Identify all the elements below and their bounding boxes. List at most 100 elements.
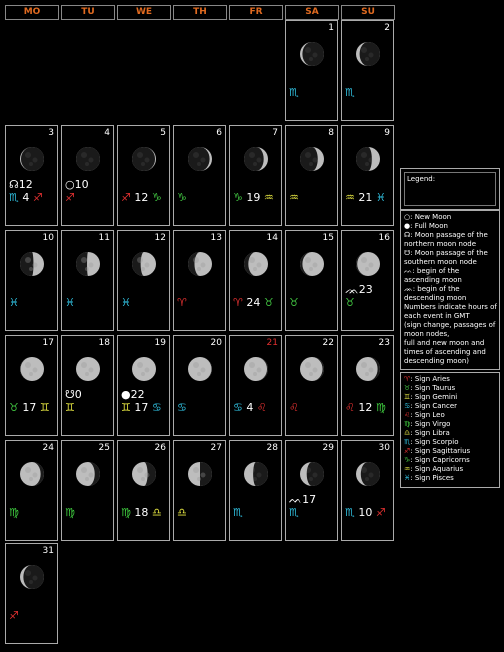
day-cell-31[interactable]: 31 ♐ [5, 543, 58, 644]
legend-sign-cancer: ♋: Sign Cancer [404, 402, 497, 411]
day-cell-9[interactable]: 9 ♒ 21 ♓ [341, 125, 394, 226]
moon-phase-icon [75, 146, 101, 172]
moon-phase-icon [187, 146, 213, 172]
day-number: 26 [154, 443, 166, 453]
day-cell-14[interactable]: 14 ♈ 24 ♉ [229, 230, 282, 331]
day-cell-18[interactable]: 18 ☋0 ♊ [61, 335, 114, 436]
day-cell-16[interactable]: 16 ᨏ23 ♉ [341, 230, 394, 331]
day-cell-5[interactable]: 5 ♐ 12 ♑ [117, 125, 170, 226]
day-cell-24[interactable]: 24 ♍ [5, 440, 58, 541]
leo-icon: ♌ [345, 401, 355, 414]
zodiac-sign-line: ♏ [289, 86, 299, 99]
moon-phase-icon [19, 356, 45, 382]
sign-change-hour: 17 [18, 401, 40, 414]
legend-sign-label: : Sign Pisces [410, 474, 454, 482]
legend-item: ᨓ: begin of the ascending moon [404, 267, 462, 284]
legend-signs-list: ♈: Sign Aries ♉: Sign Taurus ♊: Sign Gemin… [404, 375, 497, 483]
day-cell-13[interactable]: 13 ♈ [173, 230, 226, 331]
aquarius-icon: ♒ [289, 191, 299, 204]
legend-sign-label: : Sign Cancer [410, 402, 458, 410]
day-number: 3 [48, 128, 54, 138]
moon-event: ☊12 [9, 178, 33, 191]
moon-phase-icon [299, 356, 325, 382]
aquarius-icon: ♒ [345, 191, 355, 204]
moon-phase-icon [299, 41, 325, 67]
day-cell-11[interactable]: 11 ♓ [61, 230, 114, 331]
day-number: 21 [266, 338, 278, 348]
legend-title: Legend: [407, 175, 436, 183]
sagittarius-icon: ♐ [9, 609, 19, 622]
day-cell-28[interactable]: 28 ♏ [229, 440, 282, 541]
zodiac-sign-line: ♐ 12 ♑ [121, 191, 162, 204]
day-cell-3[interactable]: 3 ☊12 ♏ 4 ♐ [5, 125, 58, 226]
gemini-icon: ♊ [121, 401, 131, 414]
moon-phase-icon [131, 461, 157, 487]
day-cell-20[interactable]: 20 ♋ [173, 335, 226, 436]
day-cell-22[interactable]: 22 ♌ [285, 335, 338, 436]
pisces-icon: ♓ [9, 296, 19, 309]
zodiac-sign-line: ♏ 4 ♐ [9, 191, 43, 204]
day-cell-8[interactable]: 8 ♒ [285, 125, 338, 226]
cancer-icon: ♋ [151, 401, 162, 414]
day-number: 1 [328, 23, 334, 33]
zodiac-sign-line: ♍ [65, 506, 75, 519]
day-cell-12[interactable]: 12 ♓ [117, 230, 170, 331]
day-number: 4 [104, 128, 110, 138]
day-number: 20 [210, 338, 222, 348]
pisces-icon: ♓ [375, 191, 386, 204]
day-cell-23[interactable]: 23 ♌ 12 ♍ [341, 335, 394, 436]
zodiac-sign-line: ♍ 18 ♎ [121, 506, 162, 519]
capricorn-icon: ♑ [233, 191, 243, 204]
zodiac-sign-line: ♏ [233, 506, 243, 519]
moon-phase-icon [355, 146, 381, 172]
day-cell-17[interactable]: 17 ♉ 17 ♊ [5, 335, 58, 436]
moon-phase-icon [19, 564, 45, 590]
zodiac-sign-line: ♉ [345, 296, 355, 309]
day-number: 10 [42, 233, 54, 243]
sign-change-hour: 10 [354, 506, 376, 519]
legend-sign-label: : Sign Virgo [410, 420, 451, 428]
legend-item: Numbers indicate hours of each event in … [404, 303, 497, 320]
day-cell-15[interactable]: 15 ♉ [285, 230, 338, 331]
day-cell-29[interactable]: 29 ᨓ17 ♏ [285, 440, 338, 541]
day-cell-4[interactable]: 4 ○10 ♐ [61, 125, 114, 226]
day-number: 16 [378, 233, 390, 243]
aries-icon: ♈ [177, 296, 187, 309]
pisces-icon: ♓ [121, 296, 131, 309]
day-cell-10[interactable]: 10 ♓ [5, 230, 58, 331]
day-cell-21[interactable]: 21 ♋ 4 ♌ [229, 335, 282, 436]
day-cell-2[interactable]: 2 ♏ [341, 20, 394, 121]
sign-change-hour: 24 [242, 296, 264, 309]
legend-sign-label: : Sign Aquarius [410, 465, 464, 473]
day-cell-30[interactable]: 30 ♏ 10 ♐ [341, 440, 394, 541]
libra-icon: ♎ [177, 506, 187, 519]
day-cell-1[interactable]: 1 ♏ [285, 20, 338, 121]
day-number: 22 [322, 338, 334, 348]
day-cell-25[interactable]: 25 ♍ [61, 440, 114, 541]
day-cell-6[interactable]: 6 ♑ [173, 125, 226, 226]
zodiac-sign-line: ♈ [177, 296, 187, 309]
legend-sign-pisces: ♓: Sign Pisces [404, 474, 497, 483]
moon-phase-icon [131, 146, 157, 172]
zodiac-sign-line: ♈ 24 ♉ [233, 296, 274, 309]
gemini-icon: ♊ [39, 401, 50, 414]
day-cell-19[interactable]: 19 ●22 ♊ 17 ♋ [117, 335, 170, 436]
day-cell-7[interactable]: 7 ♑ 19 ♒ [229, 125, 282, 226]
zodiac-sign-line: ♑ [177, 191, 187, 204]
zodiac-sign-line: ♊ [65, 401, 75, 414]
legend-sign-label: : Sign Leo [410, 411, 445, 419]
moon-phase-icon [75, 356, 101, 382]
taurus-icon: ♉ [289, 296, 299, 309]
day-number: 25 [98, 443, 110, 453]
zodiac-sign-line: ♌ [289, 401, 299, 414]
sign-change-hour: 19 [242, 191, 264, 204]
sagittarius-icon: ♐ [65, 191, 75, 204]
day-cell-27[interactable]: 27 ♎ [173, 440, 226, 541]
scorpio-icon: ♏ [345, 86, 355, 99]
moon-event: ☋0 [65, 388, 82, 401]
day-cell-26[interactable]: 26 ♍ 18 ♎ [117, 440, 170, 541]
legend-sign-gemini: ♊: Sign Gemini [404, 393, 497, 402]
cancer-icon: ♋ [177, 401, 187, 414]
zodiac-sign-line: ♌ 12 ♍ [345, 401, 386, 414]
sagittarius-icon: ♐ [375, 506, 386, 519]
